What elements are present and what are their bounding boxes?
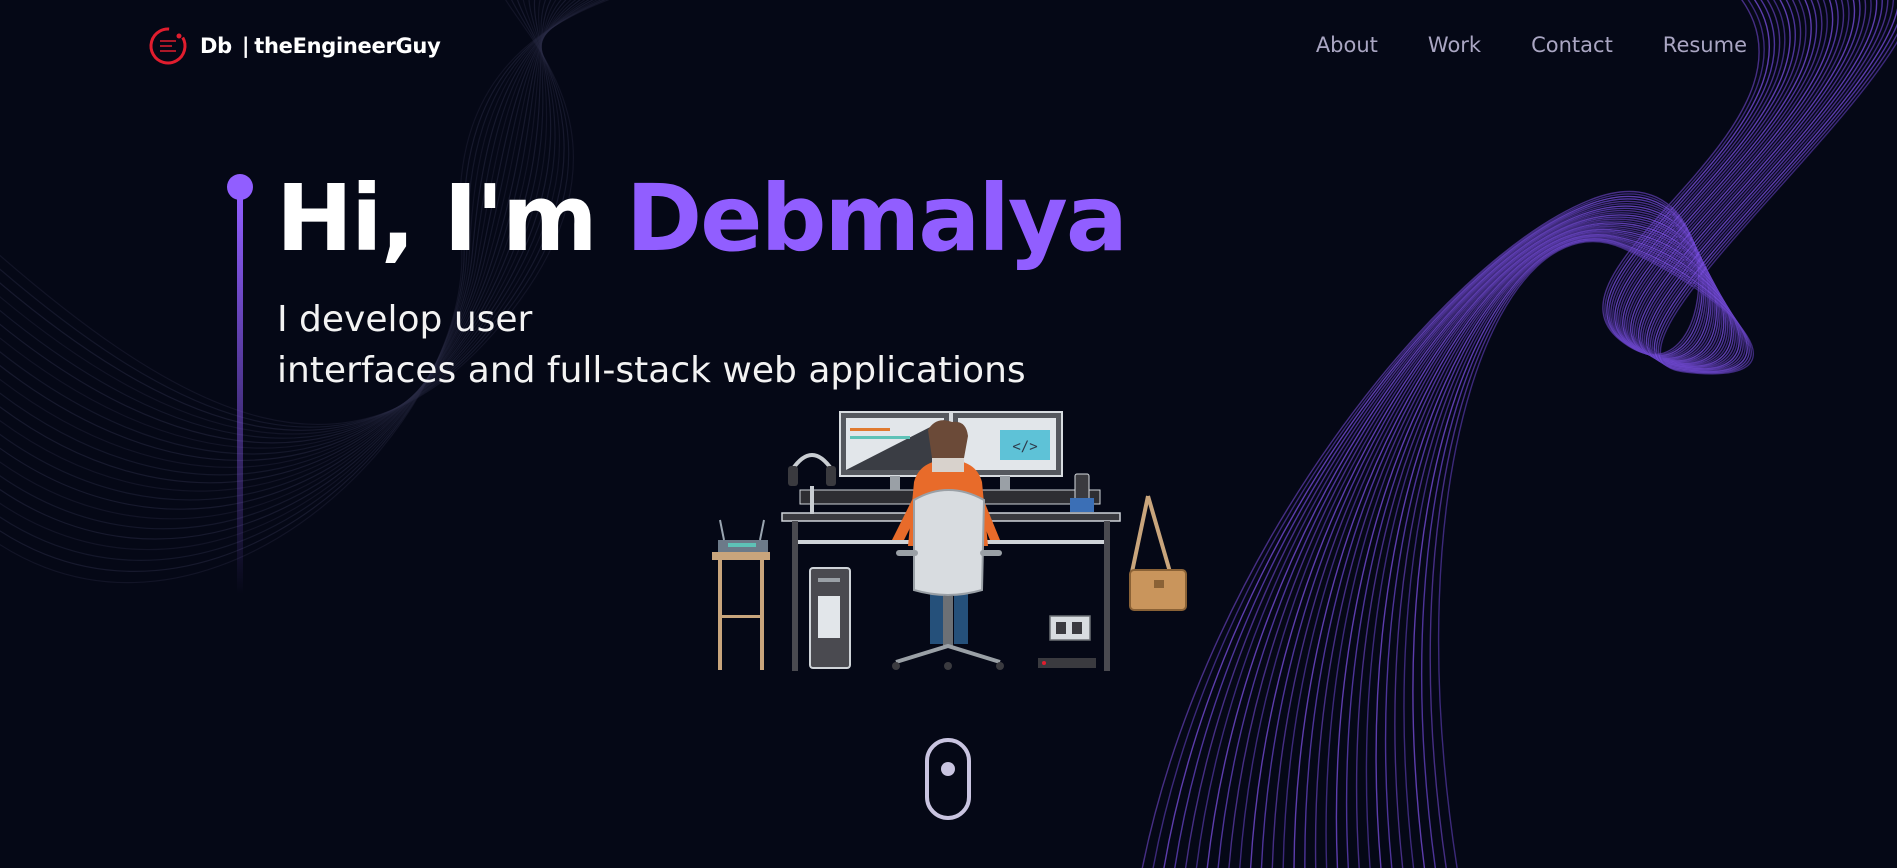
nav-links: About Work Contact Resume	[1316, 33, 1747, 57]
shoulder-bag-icon	[1129, 495, 1187, 611]
logo-icon	[149, 27, 187, 65]
hero-heading: Hi, I'm Debmalya	[276, 160, 1128, 278]
hero-name: Debmalya	[625, 165, 1128, 272]
hero-accent-bar	[237, 198, 243, 594]
power-outlet-icon	[1038, 615, 1096, 668]
hero-accent-line	[227, 174, 253, 594]
computer-tower-icon	[809, 567, 851, 669]
brand-initials: Db	[200, 34, 232, 58]
brand-separator: |	[241, 34, 250, 58]
hero-subtitle: I develop user interfaces and full-stack…	[277, 294, 1026, 396]
nav-link-contact[interactable]: Contact	[1531, 33, 1613, 57]
brand-name: theEngineerGuy	[254, 34, 441, 58]
headphones-icon	[788, 453, 836, 514]
developer-desk-illustration: </>	[712, 411, 1187, 671]
brand-text: Db | theEngineerGuy	[200, 34, 441, 58]
brand-home-link[interactable]: Db | theEngineerGuy	[148, 26, 441, 66]
hero-accent-dot	[227, 174, 253, 200]
scroll-down-mouse-icon[interactable]	[925, 738, 971, 820]
nav-link-work[interactable]: Work	[1428, 33, 1481, 57]
navbar: Db | theEngineerGuy About Work Contact Res…	[0, 0, 1897, 94]
stool-icon	[712, 519, 770, 670]
hero-subtitle-line-1: I develop user	[277, 299, 533, 340]
hero-subtitle-line-2: interfaces and full-stack web applicatio…	[277, 350, 1026, 391]
portfolio-hero-page: Db | theEngineerGuy About Work Contact Res…	[0, 0, 1897, 868]
scroll-dot	[941, 762, 955, 776]
nav-link-resume[interactable]: Resume	[1663, 33, 1747, 57]
hero-greeting: Hi, I'm	[276, 165, 626, 272]
svg-text:</>: </>	[1012, 439, 1037, 455]
nav-link-about[interactable]: About	[1316, 33, 1378, 57]
